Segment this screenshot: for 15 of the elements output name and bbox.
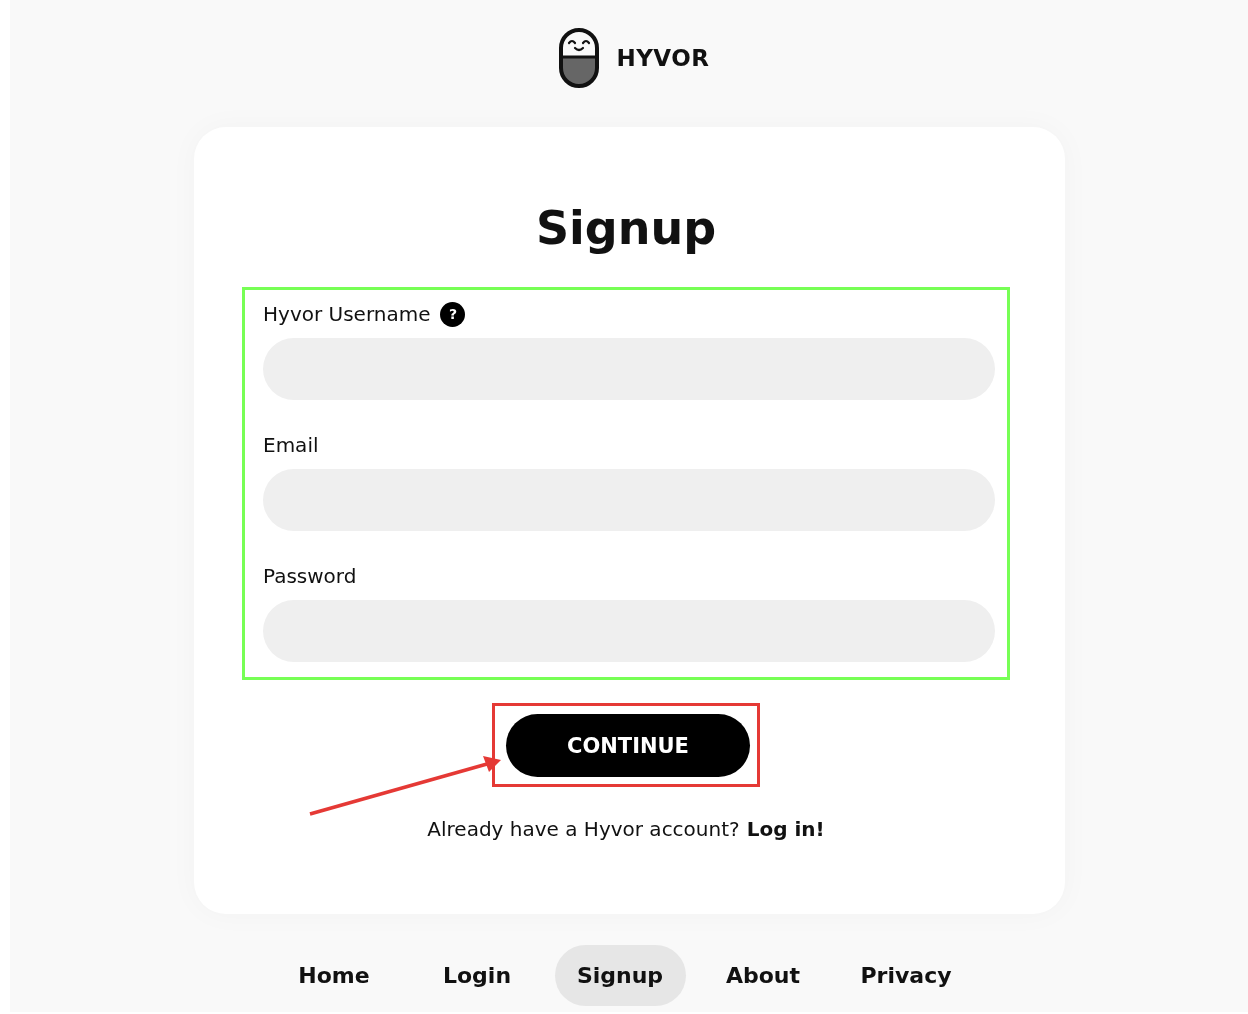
field-label: Password [263, 563, 357, 590]
nav-link[interactable]: Login [411, 945, 543, 1006]
login-prompt: Already have a Hyvor account? [427, 816, 740, 843]
field-label: Hyvor Username [263, 301, 431, 328]
nav-link[interactable]: Home [268, 945, 400, 1006]
logo-icon [558, 27, 601, 89]
nav-link[interactable]: Signup [554, 945, 686, 1006]
prompt-link[interactable]: Log in! [746, 814, 825, 844]
help-icon[interactable]: ? [440, 301, 466, 327]
logo-text: HYVOR [616, 45, 710, 71]
page-title: Signup [535, 200, 717, 257]
nav-link[interactable]: Privacy [840, 945, 972, 1006]
nav-link[interactable]: About [697, 945, 829, 1006]
field-label: Email [263, 432, 319, 459]
continue-button[interactable]: CONTINUE [506, 714, 750, 777]
